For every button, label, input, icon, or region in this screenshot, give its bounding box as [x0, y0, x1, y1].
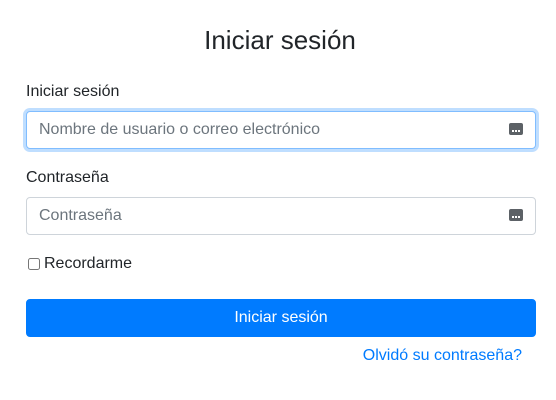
password-manager-key-icon[interactable]	[509, 209, 523, 221]
page-title: Iniciar sesión	[204, 25, 356, 55]
remember-me-checkbox[interactable]	[28, 258, 40, 270]
username-label: Iniciar sesión	[26, 83, 120, 100]
login-button[interactable]: Iniciar sesión	[26, 299, 536, 337]
username-field-wrapper	[26, 111, 536, 149]
password-input[interactable]	[27, 198, 535, 234]
remember-me-row: Recordarme	[26, 254, 132, 274]
remember-me-label[interactable]: Recordarme	[44, 254, 132, 274]
password-label: Contraseña	[26, 169, 109, 186]
username-input[interactable]	[27, 112, 535, 148]
password-manager-key-icon[interactable]	[509, 123, 523, 135]
forgot-password-link[interactable]: Olvidó su contraseña?	[363, 346, 522, 366]
password-field-wrapper	[26, 197, 536, 235]
